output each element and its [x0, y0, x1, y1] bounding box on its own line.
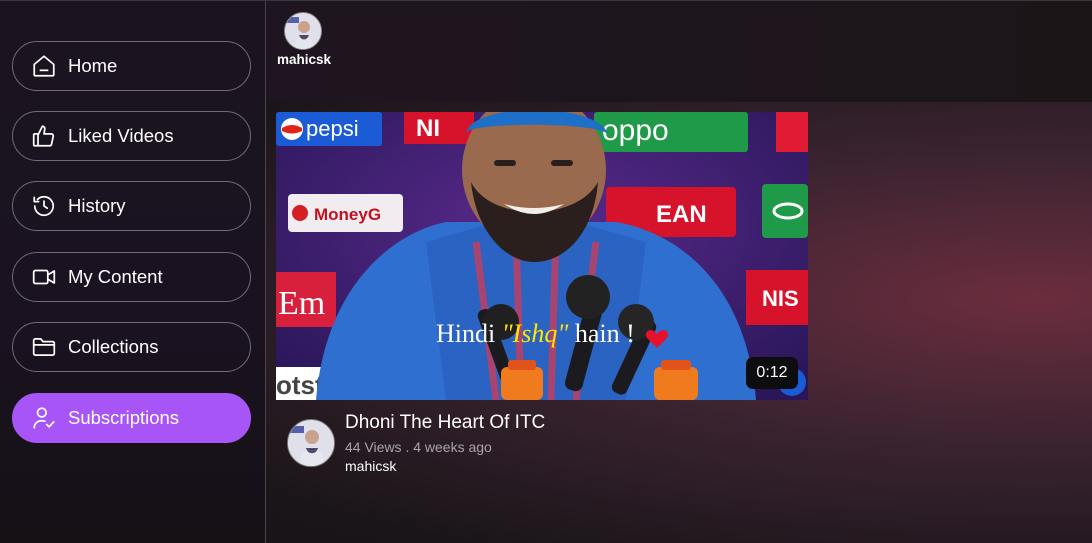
sidebar-item-label: Collections	[68, 336, 159, 357]
sidebar-item-label: History	[68, 195, 126, 216]
sidebar-item-history[interactable]: History	[12, 181, 251, 231]
video-title[interactable]: Dhoni The Heart Of ITC	[345, 412, 545, 434]
home-icon	[30, 52, 58, 80]
sidebar-item-liked-videos[interactable]: Liked Videos	[12, 111, 251, 161]
user-check-icon	[30, 404, 58, 432]
channel-name[interactable]: mahicsk	[277, 52, 331, 67]
sidebar-item-label: Home	[68, 55, 118, 76]
duration-badge: 0:12	[746, 357, 798, 389]
sidebar-item-my-content[interactable]: My Content	[12, 252, 251, 302]
channel-avatar[interactable]	[284, 12, 322, 50]
thumb-logo-emirates: Em	[278, 285, 325, 322]
thumbs-up-icon	[30, 122, 58, 150]
video-card[interactable]: pepsi MoneyG Em otst NI oppo EAN NIS Hin…	[276, 112, 808, 400]
thumb-caption: Hindi "Ishq" hain !	[436, 319, 635, 348]
channel-header	[267, 1, 1092, 102]
sidebar-item-label: My Content	[68, 266, 163, 287]
thumb-logo-moneygram: MoneyG	[314, 205, 381, 224]
thumb-caption-prefix: Hindi	[436, 319, 502, 348]
thumb-logo-oppo: oppo	[602, 114, 669, 147]
thumb-logo-pepsi: pepsi	[306, 116, 359, 141]
sidebar-item-label: Subscriptions	[68, 407, 180, 428]
thumb-logo-nissan: NIS	[762, 286, 799, 311]
sidebar-item-home[interactable]: Home	[12, 41, 251, 91]
thumb-logo-partial-2: EAN	[656, 201, 707, 228]
video-thumbnail[interactable]: pepsi MoneyG Em otst NI oppo EAN NIS Hin…	[276, 112, 808, 400]
thumb-caption-suffix: hain !	[568, 319, 634, 348]
folder-icon	[30, 333, 58, 361]
sidebar-item-collections[interactable]: Collections	[12, 322, 251, 372]
video-owner-name[interactable]: mahicsk	[345, 458, 396, 474]
sidebar-item-label: Liked Videos	[68, 125, 174, 146]
thumb-caption-highlight: "Ishq"	[502, 319, 569, 348]
video-owner-avatar[interactable]	[287, 419, 335, 467]
sidebar: Home Liked Videos History My Content Col…	[0, 1, 266, 543]
sidebar-item-subscriptions[interactable]: Subscriptions	[12, 393, 251, 443]
video-meta: 44 Views . 4 weeks ago	[345, 439, 492, 455]
video-camera-icon	[30, 263, 58, 291]
thumb-logo-nissan-top: NI	[416, 115, 440, 142]
history-icon	[30, 192, 58, 220]
